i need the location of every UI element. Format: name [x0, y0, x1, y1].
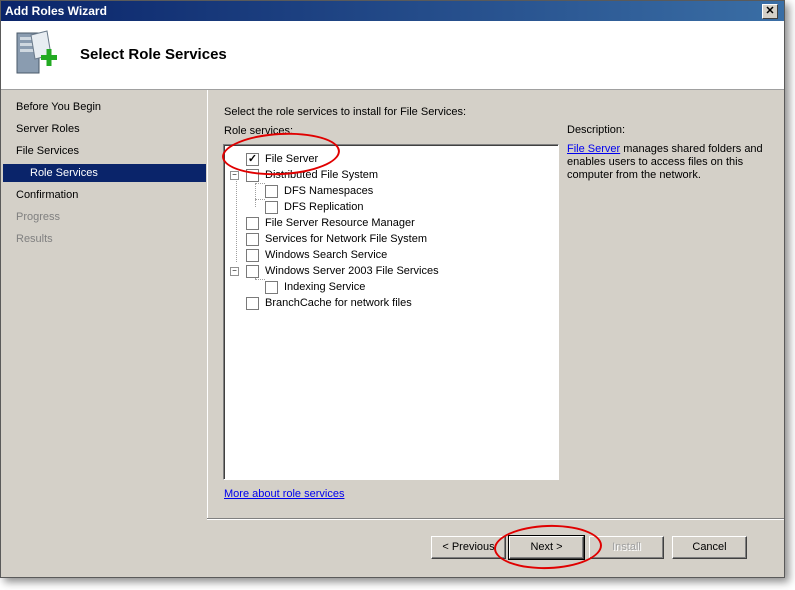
collapse-icon[interactable]: − [230, 267, 239, 276]
install-button: Install [589, 536, 664, 559]
nav-item-role-services[interactable]: Role Services [3, 164, 206, 182]
description-text: File Server manages shared folders and e… [567, 143, 767, 182]
checkbox-branchcache[interactable] [246, 297, 259, 310]
checkbox-dfs-namespaces[interactable] [265, 185, 278, 198]
tree-item-windows-server-2003-file-services[interactable]: − Windows Server 2003 File Services [230, 263, 510, 279]
wizard-nav: Before You Begin Server Roles File Servi… [3, 90, 207, 577]
tree-item-file-server[interactable]: ✓ File Server [246, 151, 446, 167]
page-title: Select Role Services [80, 46, 227, 63]
checkbox-dfs-replication[interactable] [265, 201, 278, 214]
nav-item-server-roles[interactable]: Server Roles [3, 120, 206, 138]
tree-item-windows-search-service[interactable]: Windows Search Service [246, 247, 506, 263]
tree-item-label: BranchCache for network files [265, 297, 412, 309]
instruction-text: Select the role services to install for … [224, 106, 467, 118]
next-button[interactable]: Next > [508, 535, 585, 560]
checkbox-windows-server-2003-file-services[interactable] [246, 265, 259, 278]
checkbox-file-server[interactable]: ✓ [246, 153, 259, 166]
tree-item-label: DFS Replication [284, 201, 364, 213]
description-file-server-link[interactable]: File Server [567, 143, 620, 155]
previous-button[interactable]: < Previous [431, 536, 506, 559]
description-label: Description: [567, 124, 626, 136]
tree-item-branchcache[interactable]: BranchCache for network files [246, 295, 506, 311]
nav-item-confirmation[interactable]: Confirmation [3, 186, 206, 204]
tree-item-label: File Server [265, 153, 319, 165]
tree-item-services-for-nfs[interactable]: Services for Network File System [246, 231, 506, 247]
tree-item-distributed-file-system[interactable]: − Distributed File System [230, 167, 450, 183]
tree-item-label: Services for Network File System [265, 233, 427, 245]
role-services-label: Role services: [224, 125, 294, 137]
checkbox-fsrm[interactable] [246, 217, 259, 230]
nav-item-progress: Progress [16, 211, 61, 223]
role-services-tree[interactable]: ✓ File Server − Distributed File System … [223, 144, 559, 480]
tree-line [255, 279, 265, 280]
nav-item-file-services[interactable]: File Services [3, 142, 206, 160]
tree-item-indexing-service[interactable]: Indexing Service [265, 279, 465, 295]
tree-item-dfs-namespaces[interactable]: DFS Namespaces [265, 183, 465, 199]
tree-item-label: Distributed File System [265, 169, 379, 181]
tree-item-label: File Server Resource Manager [265, 217, 415, 229]
tree-item-label: Windows Search Service [265, 249, 388, 261]
tree-item-label: DFS Namespaces [284, 185, 374, 197]
tree-item-file-server-resource-manager[interactable]: File Server Resource Manager [246, 215, 506, 231]
checkbox-services-for-nfs[interactable] [246, 233, 259, 246]
add-roles-wizard-window: Add Roles Wizard ✕ Select Role Services … [0, 0, 785, 578]
tree-line [255, 199, 265, 200]
tree-line [236, 174, 237, 262]
checkbox-distributed-file-system[interactable] [246, 169, 259, 182]
wizard-header: Select Role Services [1, 21, 784, 90]
close-button[interactable]: ✕ [762, 4, 778, 19]
tree-line [255, 183, 265, 184]
collapse-icon[interactable]: − [230, 171, 239, 180]
more-about-role-services-link[interactable]: More about role services [224, 488, 344, 500]
tree-line [255, 183, 256, 207]
nav-item-before-you-begin[interactable]: Before You Begin [3, 98, 206, 116]
main-content: Select the role services to install for … [207, 90, 784, 518]
tree-item-label: Windows Server 2003 File Services [265, 265, 439, 277]
window-title: Add Roles Wizard [5, 4, 107, 18]
cancel-button[interactable]: Cancel [672, 536, 747, 559]
title-bar[interactable]: Add Roles Wizard ✕ [1, 1, 784, 21]
checkbox-windows-search-service[interactable] [246, 249, 259, 262]
checkbox-indexing-service[interactable] [265, 281, 278, 294]
tree-item-label: Indexing Service [284, 281, 366, 293]
nav-item-results: Results [16, 233, 53, 245]
button-separator [207, 518, 784, 520]
tree-item-dfs-replication[interactable]: DFS Replication [265, 199, 465, 215]
server-roles-add-icon [16, 30, 57, 74]
